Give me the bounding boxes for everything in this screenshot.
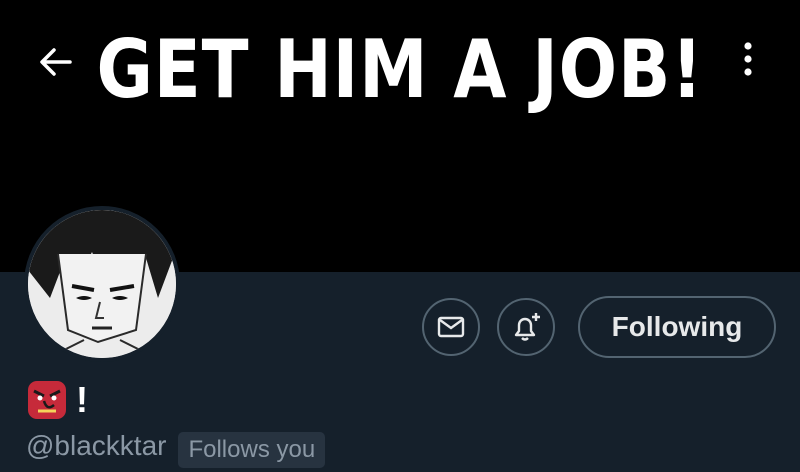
more-options-button[interactable] [732, 38, 764, 82]
goblin-mask-emoji [28, 381, 66, 419]
user-handle: @blackktar [26, 430, 167, 461]
arrow-left-icon [40, 48, 72, 76]
more-vertical-icon [744, 42, 752, 76]
follows-you-badge: Follows you [178, 432, 326, 468]
banner-text: GET HIM A JOB! [96, 23, 704, 116]
following-button[interactable]: Following [578, 296, 776, 358]
display-name: ! [26, 374, 88, 426]
back-button[interactable] [34, 40, 78, 84]
handle-row: @blackktar Follows you [26, 430, 326, 472]
notifications-button[interactable] [497, 298, 555, 356]
message-button[interactable] [422, 298, 480, 356]
avatar-image [28, 210, 176, 358]
profile-avatar[interactable] [24, 206, 180, 362]
display-name-text: ! [76, 379, 88, 420]
bell-plus-icon [514, 313, 540, 341]
envelope-icon [437, 316, 465, 338]
